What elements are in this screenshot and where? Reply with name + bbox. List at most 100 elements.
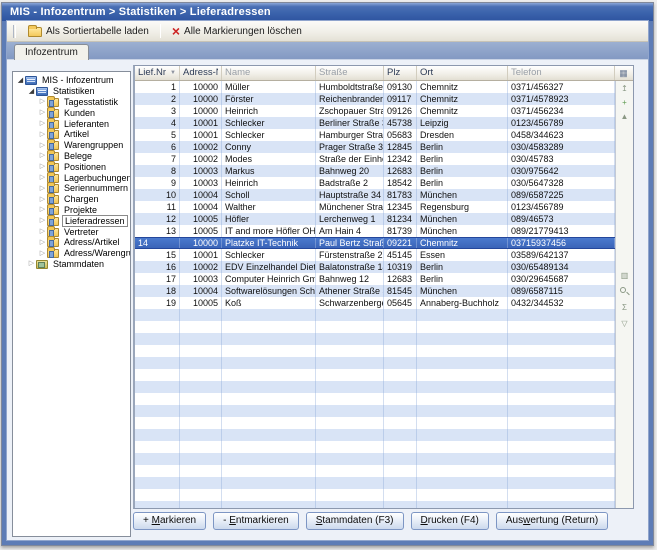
tree-item-positionen[interactable]: ▷ Positionen xyxy=(13,161,130,172)
collapsed-arrow-icon[interactable]: ▷ xyxy=(38,195,47,204)
header-label: Plz xyxy=(387,66,413,80)
table-row[interactable]: 310000HeinrichZschopauer Straße 28009126… xyxy=(135,105,615,117)
collapsed-arrow-icon[interactable]: ▷ xyxy=(38,141,47,150)
table-cell: 10000 xyxy=(180,93,222,105)
table-cell: 09126 xyxy=(384,105,417,117)
collapsed-arrow-icon[interactable]: ▷ xyxy=(38,162,47,171)
collapsed-arrow-icon[interactable]: ▷ xyxy=(38,184,47,193)
table-cell xyxy=(135,429,180,441)
table-row[interactable]: 1210005HöflerLerchenweg 181234München089… xyxy=(135,213,615,225)
card-view-icon[interactable]: ▥ xyxy=(616,271,633,280)
collapsed-arrow-icon[interactable]: ▷ xyxy=(38,151,47,160)
-markieren-button[interactable]: + Markieren xyxy=(133,512,206,530)
side-strip[interactable]: ↥ + ▲ ▥ Σ ▽ xyxy=(615,81,633,508)
table-row[interactable]: 1510001SchleckerFürstenstraße 2745145Ess… xyxy=(135,249,615,261)
toolbar-grip-icon[interactable] xyxy=(13,25,16,38)
tree-item-belege[interactable]: ▷Belege xyxy=(13,151,130,162)
auswertung-return--button[interactable]: Auswertung (Return) xyxy=(496,512,608,530)
table-row[interactable]: 1610002EDV Einzelhandel Dietsch GmbBalat… xyxy=(135,261,615,273)
table-cell xyxy=(180,489,222,501)
drucken-f4--button[interactable]: Drucken (F4) xyxy=(411,512,489,530)
selected-row[interactable]: 1410000Platzke IT-TechnikPaul Bertz Stra… xyxy=(135,237,615,249)
table-cell xyxy=(417,393,508,405)
header-cell-name[interactable]: Name xyxy=(222,66,316,80)
table-row[interactable]: 1310005IT and more Höfler OHGAm Hain 481… xyxy=(135,225,615,237)
table-row[interactable]: 410001SchleckerBerliner Straße 3445738Le… xyxy=(135,117,615,129)
header-cell-telefon[interactable]: Telefon xyxy=(508,66,615,80)
collapsed-arrow-icon[interactable]: ▷ xyxy=(27,259,36,268)
tree-item-stammdaten[interactable]: ▷ Stammdaten xyxy=(13,259,130,270)
table-row[interactable]: 110000MüllerHumboldtstraße 1009130Chemni… xyxy=(135,81,615,93)
tree-item-lieferanten[interactable]: ▷Lieferanten xyxy=(13,118,130,129)
header-cell-lief-nr[interactable]: Lief.Nr▼ xyxy=(135,66,180,80)
collapsed-arrow-icon[interactable]: ▷ xyxy=(38,216,47,225)
tree-item-vertreter[interactable]: ▷ Vertreter xyxy=(13,226,130,237)
table-row[interactable]: 1010004SchollHauptstraße 3481783München0… xyxy=(135,189,615,201)
sum-icon[interactable]: Σ xyxy=(616,303,633,312)
tree-item-artikel[interactable]: ▷Artikel xyxy=(13,129,130,140)
tree-item-warengruppen[interactable]: ▷Warengruppen xyxy=(13,140,130,151)
tree-item-seriennummern[interactable]: ▷Seriennummern xyxy=(13,183,130,194)
collapsed-arrow-icon[interactable]: ▷ xyxy=(38,227,47,236)
table-cell: Paul Bertz Straße 45 xyxy=(316,238,384,248)
tree-item-kunden[interactable]: ▷Kunden xyxy=(13,107,130,118)
stammdaten-f3--button[interactable]: Stammdaten (F3) xyxy=(306,512,404,530)
insert-row-icon[interactable]: + xyxy=(616,98,633,107)
table-cell: Walther xyxy=(222,201,316,213)
tree-item-chargen[interactable]: ▷Chargen xyxy=(13,194,130,205)
tree-item-lieferadressen[interactable]: ▷Lieferadressen xyxy=(13,215,130,226)
table-cell xyxy=(180,429,222,441)
header-cell-adress-nr-[interactable]: Adress-Nr. xyxy=(180,66,222,80)
collapsed-arrow-icon[interactable]: ▷ xyxy=(38,130,47,139)
grid-rows: 110000MüllerHumboldtstraße 1009130Chemni… xyxy=(135,81,615,508)
tab-infozentrum[interactable]: Infozentrum xyxy=(14,44,89,60)
header-cell-ort[interactable]: Ort xyxy=(417,66,508,80)
collapsed-arrow-icon[interactable]: ▷ xyxy=(38,249,47,258)
tree-item-label: Stammdaten xyxy=(51,259,106,269)
expanded-arrow-icon[interactable]: ◢ xyxy=(16,76,25,85)
toolbar-button-alle-markierungen-löschen[interactable]: ×Alle Markierungen löschen xyxy=(166,23,308,40)
table-cell: Schlecker xyxy=(222,117,316,129)
tree-item-label: Vertreter xyxy=(62,227,101,237)
expanded-arrow-icon[interactable]: ◢ xyxy=(27,87,36,96)
tree-item-lagerbuchungen[interactable]: ▷Lagerbuchungen xyxy=(13,172,130,183)
header-cell-straße[interactable]: Straße xyxy=(316,66,384,80)
collapsed-arrow-icon[interactable]: ▷ xyxy=(38,173,47,182)
tree-item-adress-artikel[interactable]: ▷Adress/Artikel xyxy=(13,237,130,248)
search-icon[interactable] xyxy=(620,287,626,293)
empty-row xyxy=(135,309,615,321)
column-chooser-icon[interactable]: ▦ xyxy=(615,66,632,80)
collapsed-arrow-icon[interactable]: ▷ xyxy=(38,97,47,106)
table-cell: Balatonstraße 144b xyxy=(316,261,384,273)
collapsed-arrow-icon[interactable]: ▷ xyxy=(38,108,47,117)
collapsed-arrow-icon[interactable]: ▷ xyxy=(38,238,47,247)
table-cell: 7 xyxy=(135,153,180,165)
table-row[interactable]: 1810004Softwarelösungen Scholl GmbAthene… xyxy=(135,285,615,297)
collapsed-arrow-icon[interactable]: ▷ xyxy=(38,119,47,128)
table-row[interactable]: 610002ConnyPrager Straße 3412845Berlin03… xyxy=(135,141,615,153)
header-cell-plz[interactable]: Plz xyxy=(384,66,417,80)
table-row[interactable]: 210000FörsterReichenbranderstraße 309117… xyxy=(135,93,615,105)
filter-icon[interactable]: ▽ xyxy=(616,319,633,328)
toolbar-button-als-sortiertabelle-laden[interactable]: Als Sortiertabelle laden xyxy=(22,23,155,40)
scroll-to-top-icon[interactable]: ↥ xyxy=(616,84,633,93)
table-cell: München xyxy=(417,189,508,201)
collapsed-arrow-icon[interactable]: ▷ xyxy=(38,205,47,214)
tree-item-mis-infozentrum[interactable]: ◢MIS - Infozentrum xyxy=(13,75,130,86)
table-row[interactable]: 710002ModesStraße der Einheit 3412342Ber… xyxy=(135,153,615,165)
table-cell xyxy=(180,309,222,321)
-entmarkieren-button[interactable]: - Entmarkieren xyxy=(213,512,299,530)
table-row[interactable]: 1710003Computer Heinrich GmbHBahnweg 121… xyxy=(135,273,615,285)
tree-item-adress-warengruppen[interactable]: ▷Adress/Warengruppen xyxy=(13,248,130,259)
tree-item-label: Positionen xyxy=(62,162,108,172)
table-row[interactable]: 910003HeinrichBadstraße 218542Berlin030/… xyxy=(135,177,615,189)
table-cell: Regensburg xyxy=(417,201,508,213)
table-row[interactable]: 1910005KoßSchwarzenberger Straße05645Ann… xyxy=(135,297,615,309)
tree-item-statistiken[interactable]: ◢Statistiken xyxy=(13,86,130,97)
tree-item-projekte[interactable]: ▷Projekte xyxy=(13,205,130,216)
tree-item-tagesstatistik[interactable]: ▷Tagesstatistik xyxy=(13,97,130,108)
table-row[interactable]: 510001SchleckerHamburger Straße05683Dres… xyxy=(135,129,615,141)
scroll-up-icon[interactable]: ▲ xyxy=(616,112,633,121)
table-row[interactable]: 810003MarkusBahnweg 2012683Berlin030/975… xyxy=(135,165,615,177)
table-row[interactable]: 1110004WaltherMünchener Straße 2312345Re… xyxy=(135,201,615,213)
